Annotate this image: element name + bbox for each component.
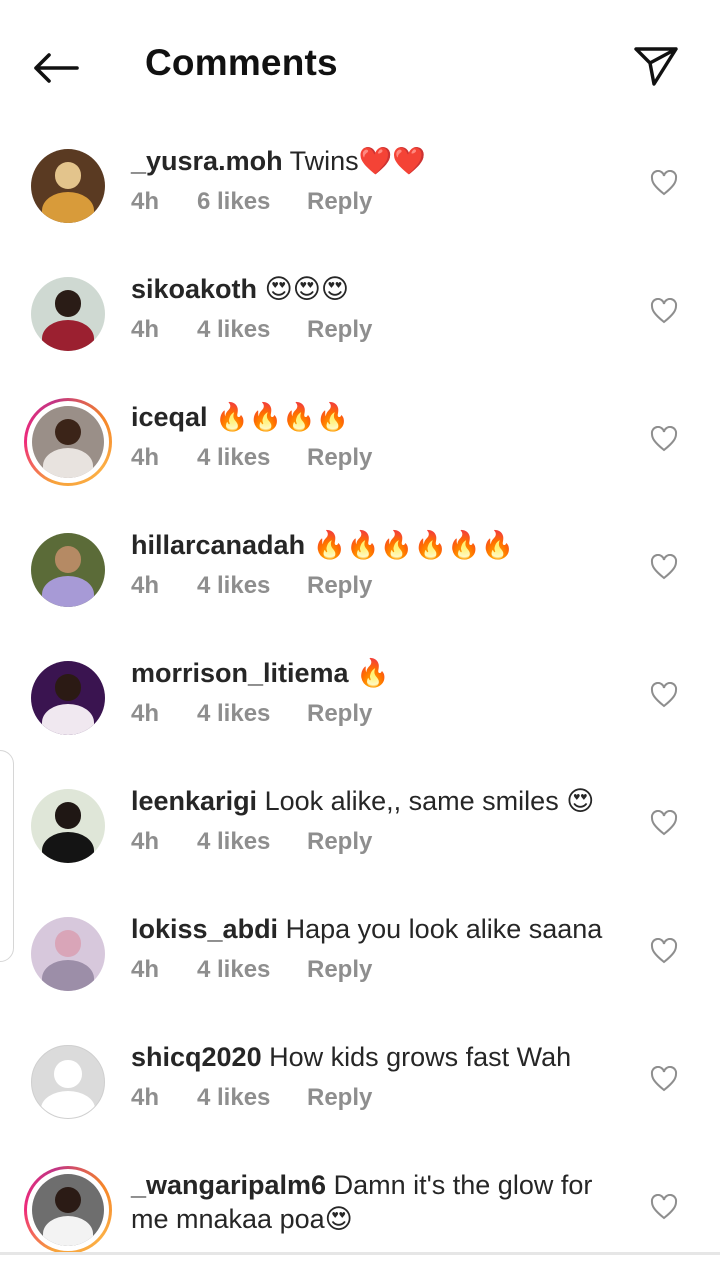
comment-likes[interactable]: 4 likes: [197, 572, 307, 600]
comment-row: lokiss_abdi Hapa you look alike saana 4h…: [0, 898, 720, 1026]
comment-text: leenkarigi Look alike,, same smiles 😍: [131, 784, 621, 818]
arrow-left-icon: [34, 53, 79, 83]
comment-text: morrison_litiema 🔥: [131, 656, 621, 690]
comment-likes[interactable]: 4 likes: [197, 444, 307, 472]
comment-time: 4h: [131, 828, 160, 855]
avatar[interactable]: [31, 1045, 105, 1119]
heart-outline-icon[interactable]: [650, 170, 678, 196]
comment-username[interactable]: shicq2020: [131, 1042, 262, 1072]
heart-outline-icon[interactable]: [650, 1066, 678, 1092]
comment-time: 4h: [131, 188, 160, 215]
reply-button[interactable]: Reply: [307, 828, 372, 856]
back-button[interactable]: [28, 44, 84, 92]
avatar[interactable]: [31, 917, 105, 991]
avatar[interactable]: [31, 661, 105, 735]
comment-row: hillarcanadah 🔥🔥🔥🔥🔥🔥 4h 4 likes Reply: [0, 514, 720, 642]
comment-text: shicq2020 How kids grows fast Wah: [131, 1040, 621, 1074]
comment-body: Twins❤️❤️: [289, 146, 426, 176]
comment-time: 4h: [131, 700, 160, 727]
comment-username[interactable]: morrison_litiema: [131, 658, 349, 688]
comment-meta: 4h 4 likes Reply: [131, 444, 372, 472]
comment-row: iceqal 🔥🔥🔥🔥 4h 4 likes Reply: [0, 386, 720, 514]
comment-username[interactable]: iceqal: [131, 402, 208, 432]
avatar[interactable]: [24, 398, 112, 486]
avatar[interactable]: [31, 789, 105, 863]
reply-button[interactable]: Reply: [307, 1084, 372, 1112]
comment-likes[interactable]: 6 likes: [197, 188, 307, 216]
comment-row: leenkarigi Look alike,, same smiles 😍 4h…: [0, 770, 720, 898]
comment-likes[interactable]: 4 likes: [197, 828, 307, 856]
comment-username[interactable]: sikoakoth: [131, 274, 257, 304]
heart-outline-icon[interactable]: [650, 298, 678, 324]
reply-button[interactable]: Reply: [307, 700, 372, 728]
comment-username[interactable]: _wangaripalm6: [131, 1170, 326, 1200]
comment-body: How kids grows fast Wah: [269, 1042, 572, 1072]
share-button[interactable]: [630, 40, 682, 92]
reply-button[interactable]: Reply: [307, 956, 372, 984]
comment-time: 4h: [131, 444, 160, 471]
comment-meta: 4h 6 likes Reply: [131, 188, 372, 216]
reply-button[interactable]: Reply: [307, 572, 372, 600]
heart-outline-icon[interactable]: [650, 554, 678, 580]
comment-likes[interactable]: 4 likes: [197, 700, 307, 728]
comment-row: _yusra.moh Twins❤️❤️ 4h 6 likes Reply: [0, 130, 720, 258]
comment-username[interactable]: lokiss_abdi: [131, 914, 278, 944]
avatar[interactable]: [24, 1166, 112, 1254]
comment-text: _wangaripalm6 Damn it's the glow for me …: [131, 1168, 621, 1236]
comment-meta: 4h 4 likes Reply: [131, 572, 372, 600]
comment-meta: 4h 4 likes Reply: [131, 956, 372, 984]
comment-text: _yusra.moh Twins❤️❤️: [131, 144, 621, 178]
comment-username[interactable]: _yusra.moh: [131, 146, 283, 176]
comment-row: morrison_litiema 🔥 4h 4 likes Reply: [0, 642, 720, 770]
reply-button[interactable]: Reply: [307, 444, 372, 472]
side-panel-handle[interactable]: [0, 750, 14, 962]
comment-body: Hapa you look alike saana: [285, 914, 603, 944]
comment-row: sikoakoth 😍😍😍 4h 4 likes Reply: [0, 258, 720, 386]
comment-time: 4h: [131, 1084, 160, 1111]
reply-button[interactable]: Reply: [307, 316, 372, 344]
comment-row: shicq2020 How kids grows fast Wah 4h 4 l…: [0, 1026, 720, 1154]
comment-likes[interactable]: 4 likes: [197, 956, 307, 984]
paper-plane-icon: [634, 47, 678, 86]
comment-body: 🔥🔥🔥🔥: [215, 402, 350, 432]
comment-text: lokiss_abdi Hapa you look alike saana: [131, 912, 621, 946]
comment-likes[interactable]: 4 likes: [197, 316, 307, 344]
avatar[interactable]: [31, 533, 105, 607]
heart-outline-icon[interactable]: [650, 682, 678, 708]
comment-meta: 4h 4 likes Reply: [131, 316, 372, 344]
comment-text: hillarcanadah 🔥🔥🔥🔥🔥🔥: [131, 528, 621, 562]
avatar[interactable]: [31, 149, 105, 223]
heart-outline-icon[interactable]: [650, 810, 678, 836]
comment-meta: 4h 4 likes Reply: [131, 700, 372, 728]
comment-body: Look alike,, same smiles 😍: [264, 786, 595, 816]
comment-time: 4h: [131, 316, 160, 343]
reply-button[interactable]: Reply: [307, 188, 372, 216]
heart-outline-icon[interactable]: [650, 938, 678, 964]
comment-likes[interactable]: 4 likes: [197, 1084, 307, 1112]
page-title: Comments: [145, 42, 338, 83]
heart-outline-icon[interactable]: [650, 1194, 678, 1220]
comment-body: 😍😍😍: [264, 274, 350, 304]
comment-username[interactable]: hillarcanadah: [131, 530, 305, 560]
comment-username[interactable]: leenkarigi: [131, 786, 257, 816]
avatar[interactable]: [31, 277, 105, 351]
comment-body: 🔥: [356, 658, 390, 688]
comment-row: _wangaripalm6 Damn it's the glow for me …: [0, 1154, 720, 1282]
comment-list: _yusra.moh Twins❤️❤️ 4h 6 likes Reply si…: [0, 130, 720, 1282]
comment-body: 🔥🔥🔥🔥🔥🔥: [312, 530, 515, 560]
comment-text: sikoakoth 😍😍😍: [131, 272, 621, 306]
comment-time: 4h: [131, 956, 160, 983]
comment-text: iceqal 🔥🔥🔥🔥: [131, 400, 621, 434]
comment-meta: 4h 4 likes Reply: [131, 1084, 372, 1112]
comment-time: 4h: [131, 572, 160, 599]
heart-outline-icon[interactable]: [650, 426, 678, 452]
header: Comments: [0, 0, 720, 130]
comment-meta: 4h 4 likes Reply: [131, 828, 372, 856]
